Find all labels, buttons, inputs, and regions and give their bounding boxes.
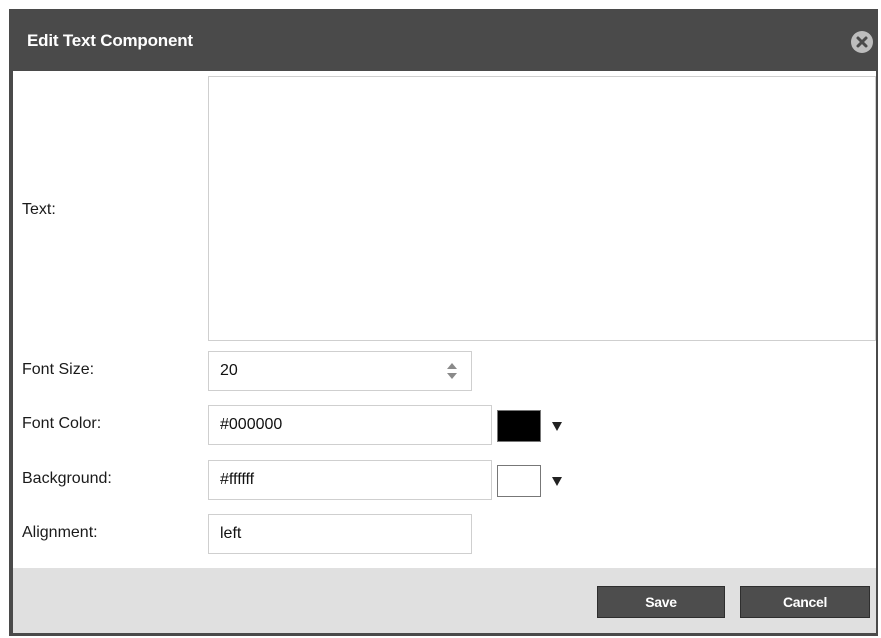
alignment-input[interactable] xyxy=(208,514,472,554)
text-label: Text: xyxy=(22,201,56,218)
font-color-swatch[interactable] xyxy=(497,410,541,442)
dialog-title: Edit Text Component xyxy=(27,31,193,50)
background-color-swatch[interactable] xyxy=(497,465,541,497)
alignment-label: Alignment: xyxy=(22,524,98,541)
font-color-input[interactable] xyxy=(208,405,492,445)
text-textarea[interactable] xyxy=(208,76,876,341)
font-size-input[interactable] xyxy=(208,351,472,391)
background-label: Background: xyxy=(22,470,112,487)
cancel-button[interactable]: Cancel xyxy=(740,586,870,618)
font-color-label: Font Color: xyxy=(22,415,102,432)
stepper-arrows-icon xyxy=(447,363,457,379)
edit-text-component-dialog: Edit Text Component Text: Font Size: Fon… xyxy=(9,9,878,636)
font-size-stepper[interactable] xyxy=(445,359,459,383)
dialog-footer: Save Cancel xyxy=(13,568,876,633)
background-color-dropdown-icon[interactable] xyxy=(550,474,564,488)
close-icon[interactable] xyxy=(851,31,873,53)
dialog-titlebar[interactable]: Edit Text Component xyxy=(13,9,876,71)
font-size-label: Font Size: xyxy=(22,361,95,378)
background-color-input[interactable] xyxy=(208,460,492,500)
save-button[interactable]: Save xyxy=(597,586,725,618)
font-color-dropdown-icon[interactable] xyxy=(550,419,564,433)
